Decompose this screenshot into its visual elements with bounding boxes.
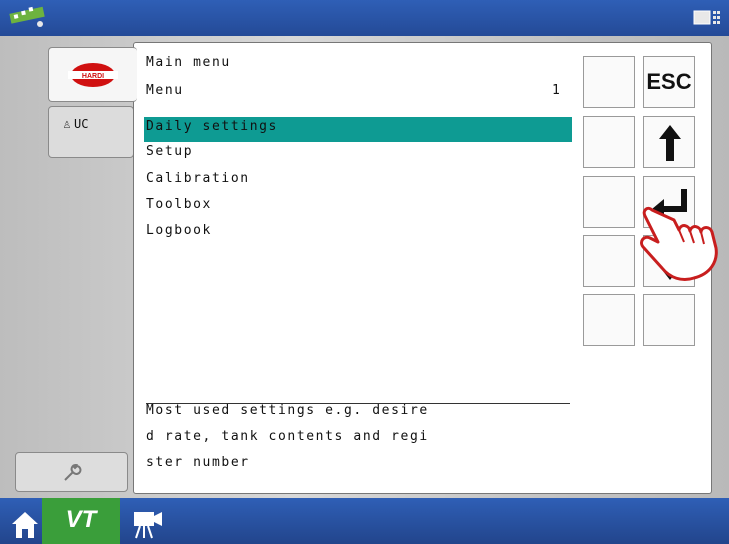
description-line: d rate, tank contents and regi <box>146 429 429 444</box>
window-layout-icon[interactable] <box>693 8 721 28</box>
softkey-blank[interactable] <box>643 294 695 346</box>
esc-button[interactable]: ESC <box>643 56 695 108</box>
softkey-blank[interactable] <box>583 176 635 228</box>
softkey-blank[interactable] <box>583 235 635 287</box>
tab-uc-label: UC <box>74 117 89 131</box>
description-line: Most used settings e.g. desire <box>146 403 429 418</box>
menu-number: 1 <box>552 83 562 98</box>
menu-item-logbook[interactable]: Logbook <box>146 223 212 238</box>
menu-item-daily-settings[interactable]: Daily settings <box>146 119 278 134</box>
vt-button[interactable]: VT <box>42 498 120 544</box>
camera-icon[interactable] <box>130 502 166 542</box>
home-icon[interactable] <box>10 502 40 542</box>
tab-hardi[interactable]: HARDI <box>48 47 137 102</box>
up-button[interactable] <box>643 116 695 168</box>
softkey-blank[interactable] <box>583 294 635 346</box>
hand-pointer-icon <box>640 206 718 282</box>
esc-label: ESC <box>646 69 692 94</box>
menu-item-calibration[interactable]: Calibration <box>146 171 250 186</box>
description-line: ster number <box>146 455 250 470</box>
page-title: Main menu <box>146 55 231 70</box>
hardi-logo-icon: HARDI <box>68 63 118 87</box>
svg-text:HARDI: HARDI <box>82 73 104 80</box>
arrow-up-icon <box>659 125 681 161</box>
gps-status-icon <box>9 6 45 27</box>
bottom-toolbar: VT <box>0 498 729 544</box>
wrench-icon <box>64 464 82 481</box>
softkey-blank[interactable] <box>583 116 635 168</box>
tab-uc[interactable]: ♙ UC <box>48 106 134 158</box>
menu-item-setup[interactable]: Setup <box>146 144 193 159</box>
vt-label: VT <box>65 506 97 533</box>
softkey-blank[interactable] <box>583 56 635 108</box>
menu-label: Menu <box>146 83 184 98</box>
menu-item-toolbox[interactable]: Toolbox <box>146 197 212 212</box>
tools-button[interactable] <box>15 452 128 492</box>
top-status-bar <box>0 0 729 36</box>
uc-icon: ♙ <box>63 117 71 132</box>
